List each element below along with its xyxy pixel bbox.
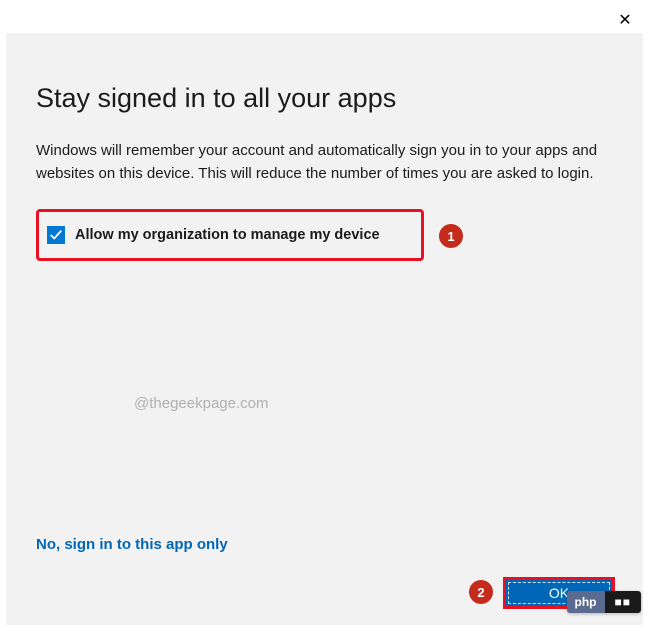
dialog-panel: Stay signed in to all your apps Windows … [6, 33, 643, 625]
badge-right: ■■ [605, 591, 642, 613]
annotation-badge-1: 1 [439, 224, 463, 248]
allow-manage-label[interactable]: Allow my organization to manage my devic… [75, 227, 380, 243]
dialog-description: Windows will remember your account and a… [36, 140, 613, 185]
annotation-badge-2: 2 [469, 580, 493, 604]
dialog-title: Stay signed in to all your apps [36, 83, 613, 114]
badge-left: php [567, 591, 605, 613]
close-icon: ✕ [618, 10, 631, 30]
watermark-text: @thegeekpage.com [134, 395, 268, 412]
sign-in-this-app-only-link[interactable]: No, sign in to this app only [36, 536, 228, 553]
close-button[interactable]: ✕ [613, 8, 637, 32]
allow-manage-row: Allow my organization to manage my devic… [36, 209, 424, 261]
allow-manage-checkbox[interactable] [47, 226, 65, 244]
source-badge: php ■■ [567, 591, 642, 613]
check-icon [49, 228, 63, 242]
